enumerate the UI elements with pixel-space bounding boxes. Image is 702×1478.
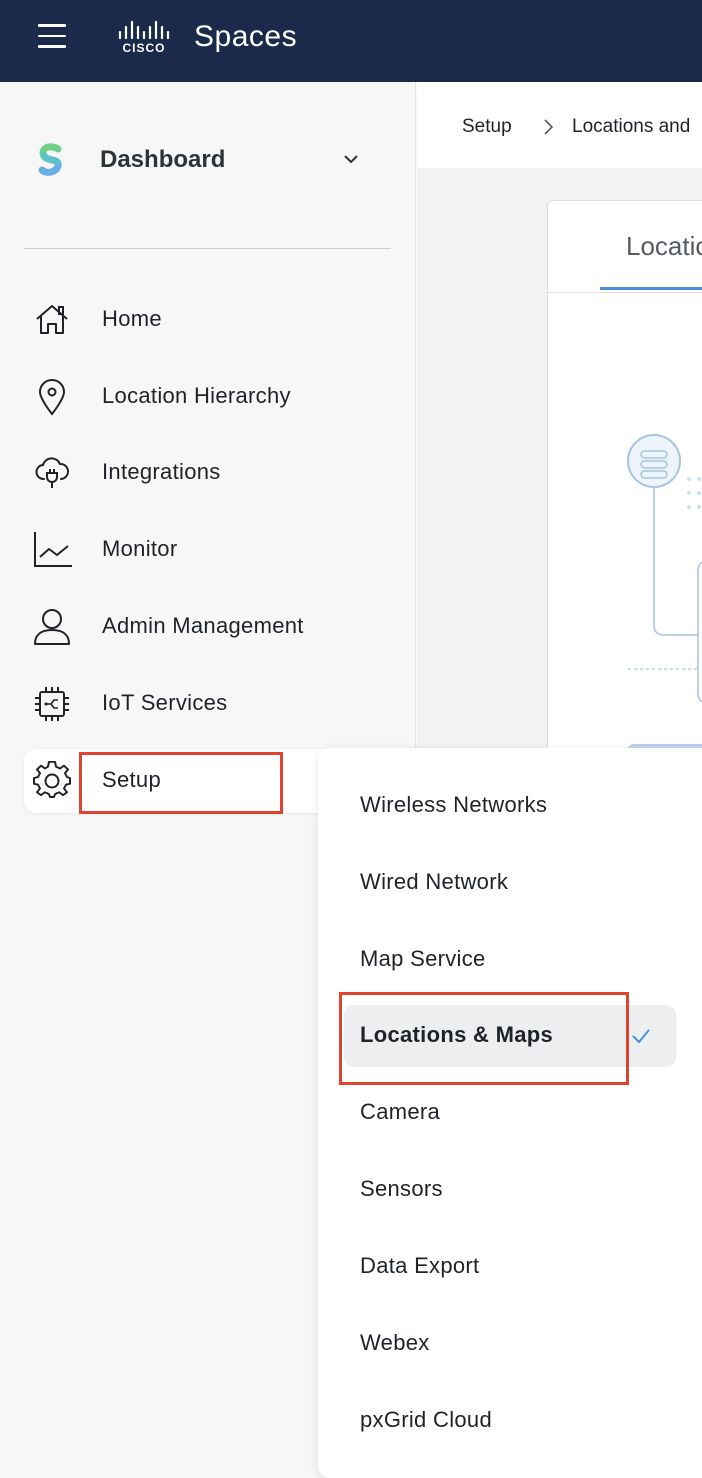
sidebar-item-label: Location Hierarchy: [102, 383, 291, 408]
spaces-logo-icon: [38, 143, 62, 176]
menu-item-webex[interactable]: Webex: [318, 1313, 702, 1375]
sidebar-item-label: Monitor: [102, 536, 178, 561]
locations-card: Locatic: [547, 200, 702, 760]
line-chart-icon: [34, 532, 72, 567]
user-icon: [34, 609, 70, 645]
setup-flyout-menu: Wireless Networks Wired Network Map Serv…: [318, 748, 702, 1478]
sidebar-item-label: Home: [102, 306, 162, 331]
menu-item-label: Sensors: [360, 1176, 443, 1201]
cloud-plug-icon: [35, 457, 69, 488]
sidebar-item-integrations[interactable]: Integrations: [24, 441, 416, 505]
hierarchy-illustration: [627, 434, 702, 759]
menu-item-camera[interactable]: Camera: [318, 1082, 702, 1144]
menu-item-data-export[interactable]: Data Export: [318, 1236, 702, 1298]
sidebar-item-iot-services[interactable]: IoT Services: [24, 672, 416, 736]
checkmark-icon: [632, 1029, 650, 1044]
menu-item-label: Map Service: [360, 946, 486, 971]
location-pin-icon: [38, 379, 66, 416]
menu-item-label: Data Export: [360, 1253, 480, 1278]
sidebar-divider: [24, 248, 391, 249]
breadcrumb-item-setup[interactable]: Setup: [462, 116, 512, 138]
menu-item-map-service[interactable]: Map Service: [318, 929, 702, 991]
sidebar-item-label: Admin Management: [102, 613, 304, 638]
setup-highlight-box: [79, 752, 283, 814]
sidebar-item-location-hierarchy[interactable]: Location Hierarchy: [24, 365, 416, 429]
menu-item-label: Wired Network: [360, 869, 509, 894]
menu-item-wireless-networks[interactable]: Wireless Networks: [318, 775, 702, 837]
menu-item-wired-network[interactable]: Wired Network: [318, 852, 702, 914]
sidebar-item-home[interactable]: Home: [24, 288, 416, 352]
svg-text:CISCO: CISCO: [122, 41, 165, 55]
menu-item-label: Camera: [360, 1099, 441, 1124]
dashboard-switcher[interactable]: Dashboard: [36, 142, 376, 182]
dashboard-label: Dashboard: [100, 146, 226, 173]
breadcrumb: Setup Locations and: [417, 82, 702, 168]
sidebar-item-admin-management[interactable]: Admin Management: [24, 595, 416, 659]
top-bar: CISCO Spaces: [0, 0, 702, 82]
sidebar-item-monitor[interactable]: Monitor: [24, 518, 416, 582]
chevron-right-icon: [544, 119, 554, 135]
tab-locations[interactable]: Locatic: [626, 231, 702, 262]
locations-maps-highlight-box: [339, 992, 629, 1085]
sidebar-item-label: IoT Services: [102, 690, 228, 715]
menu-item-label: Wireless Networks: [360, 792, 548, 817]
menu-item-label: Webex: [360, 1330, 430, 1355]
chevron-down-icon[interactable]: [342, 150, 360, 168]
brand-name: Spaces: [194, 20, 298, 53]
chip-icon: [35, 687, 69, 721]
menu-item-sensors[interactable]: Sensors: [318, 1159, 702, 1221]
menu-item-label: pxGrid Cloud: [360, 1407, 492, 1432]
home-icon: [36, 305, 68, 334]
gear-icon: [33, 761, 71, 798]
sidebar-item-label: Integrations: [102, 459, 221, 484]
cisco-logo[interactable]: CISCO: [116, 18, 180, 58]
hamburger-icon[interactable]: [38, 24, 68, 50]
tab-active-indicator: [600, 287, 702, 290]
menu-item-pxgrid-cloud[interactable]: pxGrid Cloud: [318, 1390, 702, 1452]
breadcrumb-item-current: Locations and: [572, 116, 691, 137]
